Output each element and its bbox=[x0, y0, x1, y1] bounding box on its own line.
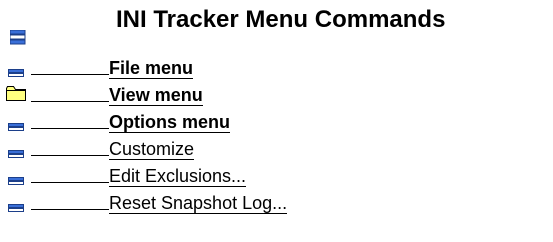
view-menu-link[interactable]: View menu bbox=[31, 84, 203, 106]
list-item-file-menu: File menu bbox=[0, 56, 553, 83]
link-spacer bbox=[31, 165, 109, 183]
title-row: INI Tracker Menu Commands bbox=[8, 4, 548, 48]
book-icon bbox=[8, 199, 24, 217]
folder-icon bbox=[6, 85, 26, 107]
file-menu-link[interactable]: File menu bbox=[31, 57, 194, 79]
menu-command-list: File menu View menu Options menu Customi… bbox=[0, 56, 553, 218]
list-item-customize: Customize bbox=[0, 137, 553, 164]
book-icon bbox=[8, 172, 24, 190]
book-icon bbox=[8, 145, 24, 163]
reset-snapshot-log-link[interactable]: Reset Snapshot Log... bbox=[31, 192, 288, 214]
list-item-options-menu: Options menu bbox=[0, 110, 553, 137]
link-spacer bbox=[31, 192, 109, 210]
link-label: File menu bbox=[109, 58, 194, 79]
list-item-view-menu: View menu bbox=[0, 83, 553, 110]
link-spacer bbox=[31, 57, 109, 75]
link-label: Edit Exclusions... bbox=[109, 166, 247, 187]
book-icon bbox=[9, 29, 26, 51]
page-title: INI Tracker Menu Commands bbox=[116, 6, 446, 33]
link-spacer bbox=[31, 111, 109, 129]
link-spacer bbox=[31, 84, 109, 102]
link-spacer bbox=[31, 138, 109, 156]
edit-exclusions-link[interactable]: Edit Exclusions... bbox=[31, 165, 247, 187]
link-label: Reset Snapshot Log... bbox=[109, 193, 288, 214]
help-page: { "title": "INI Tracker Menu Commands", … bbox=[0, 0, 553, 242]
customize-link[interactable]: Customize bbox=[31, 138, 195, 160]
options-menu-link[interactable]: Options menu bbox=[31, 111, 230, 133]
link-label: Customize bbox=[109, 139, 195, 160]
list-item-edit-exclusions: Edit Exclusions... bbox=[0, 164, 553, 191]
book-icon bbox=[8, 64, 24, 82]
link-label: Options menu bbox=[109, 112, 230, 133]
link-label: View menu bbox=[109, 85, 203, 106]
list-item-reset-snapshot-log: Reset Snapshot Log... bbox=[0, 191, 553, 218]
book-icon bbox=[8, 118, 24, 136]
